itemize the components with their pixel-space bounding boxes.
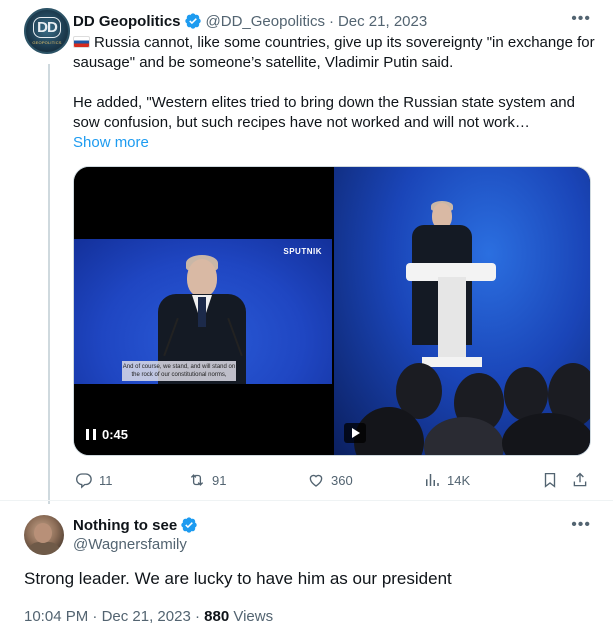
speaker-head [187,259,217,297]
audience-head [502,413,590,455]
views-icon [426,474,439,486]
tweet-text: Russia cannot, like some countries, give… [73,33,603,133]
sputnik-watermark: SPUTNIK [283,247,322,256]
views-count: 14K [447,472,471,488]
more-options-icon[interactable]: ••• [571,516,591,534]
video-timestamp: 0:45 [102,427,129,442]
tweet-paragraph-2: He added, "Western elites tried to bring… [73,94,575,131]
reply-button[interactable]: 11 [75,469,113,491]
reply-meta: 10:04 PM · Dec 21, 2023 · 880 Views [24,608,273,625]
meta-separator: · [194,608,200,625]
reply-views-count: 880 [204,608,230,625]
tweet-header: DD Geopolitics @DD_Geopolitics · Dec 21,… [73,11,427,31]
reply-author-header: Nothing to see [73,516,202,534]
verified-badge-icon [181,517,197,533]
reply-date[interactable]: Dec 21, 2023 [102,608,191,625]
reply-count: 11 [99,472,113,488]
reply-time[interactable]: 10:04 PM [24,608,88,625]
video-1-controls[interactable]: 0:45 [86,427,128,442]
tweet-paragraph-1-text: Russia cannot, like some countries, give… [73,34,595,71]
pause-icon[interactable] [86,429,96,440]
podium-column [438,277,466,367]
like-icon [309,474,323,487]
bookmark-icon [544,472,556,488]
reply-icon [76,473,92,489]
reply-author-avatar[interactable] [24,515,64,555]
show-more-link[interactable]: Show more [73,134,149,151]
main-tweet[interactable]: DD GEOPOLITICS DD Geopolitics @DD_Geopol… [0,0,613,504]
avatar-logo-text: DD [33,17,61,38]
video-subtitle: And of course, we stand, and will stand … [122,361,236,381]
thread-connector-line [48,64,50,504]
tweet-date[interactable]: Dec 21, 2023 [338,13,427,30]
share-icon [573,472,587,487]
more-options-icon[interactable]: ••• [571,10,591,28]
verified-badge-icon [184,13,201,29]
repost-count: 91 [212,472,227,488]
tweet-paragraph-1: Russia cannot, like some countries, give… [73,33,603,73]
reply-text: Strong leader. We are lucky to have him … [24,569,452,588]
like-button[interactable]: 360 [307,469,353,491]
video-player-2[interactable] [334,167,590,455]
russian-flag-icon [73,36,90,48]
bookmark-button[interactable] [541,469,565,491]
share-button[interactable] [571,469,595,491]
author-name[interactable]: DD Geopolitics [73,13,181,30]
repost-icon [190,474,204,486]
speaker-tie [198,297,206,327]
play-icon[interactable] [344,423,366,443]
reply-author-name[interactable]: Nothing to see [73,517,177,534]
views-button[interactable]: 14K [423,469,470,491]
media-grid: SPUTNIK And of course, we stand, and wil… [73,166,591,456]
author-avatar[interactable]: DD GEOPOLITICS [24,8,70,54]
reply-tweet[interactable]: Nothing to see @Wagnersfamily ••• Strong… [0,501,613,643]
reply-author-handle[interactable]: @Wagnersfamily [73,536,187,553]
podium-base [422,357,482,367]
avatar-logo-subtext: GEOPOLITICS [32,40,62,45]
reply-views-label: Views [233,608,274,625]
repost-button[interactable]: 91 [188,469,226,491]
avatar-body [27,542,61,555]
video-player-1[interactable]: SPUTNIK And of course, we stand, and wil… [74,167,332,455]
header-separator: · [328,12,334,30]
like-count: 360 [331,472,353,488]
meta-separator: · [92,608,98,625]
tweet-actions: 11 91 360 14K [73,469,603,491]
author-handle[interactable]: @DD_Geopolitics [206,13,325,30]
avatar-head [34,523,52,543]
